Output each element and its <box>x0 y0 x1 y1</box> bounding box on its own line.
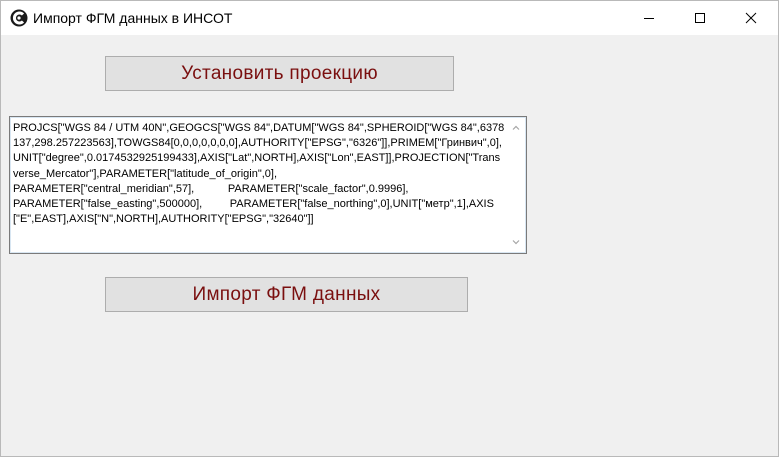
scroll-down-icon[interactable] <box>510 236 522 248</box>
scroll-up-icon[interactable] <box>510 122 522 134</box>
set-projection-button[interactable]: Установить проекцию <box>105 56 454 91</box>
projection-wkt-text[interactable]: PROJCS["WGS 84 / UTM 40N",GEOGCS["WGS 84… <box>13 121 505 227</box>
maximize-icon <box>695 13 705 23</box>
minimize-button[interactable] <box>626 1 672 35</box>
title-bar[interactable]: Импорт ФГМ данных в ИНСОТ <box>1 1 778 35</box>
minimize-icon <box>644 18 654 19</box>
close-icon <box>745 12 757 24</box>
maximize-button[interactable] <box>677 1 723 35</box>
projection-textarea[interactable]: PROJCS["WGS 84 / UTM 40N",GEOGCS["WGS 84… <box>9 116 527 254</box>
window-title: Импорт ФГМ данных в ИНСОТ <box>33 10 233 26</box>
import-fgm-button[interactable]: Импорт ФГМ данных <box>105 277 468 312</box>
insot-logo-icon <box>10 9 28 27</box>
import-window: Импорт ФГМ данных в ИНСОТ Установить про… <box>0 0 779 457</box>
close-button[interactable] <box>728 1 774 35</box>
